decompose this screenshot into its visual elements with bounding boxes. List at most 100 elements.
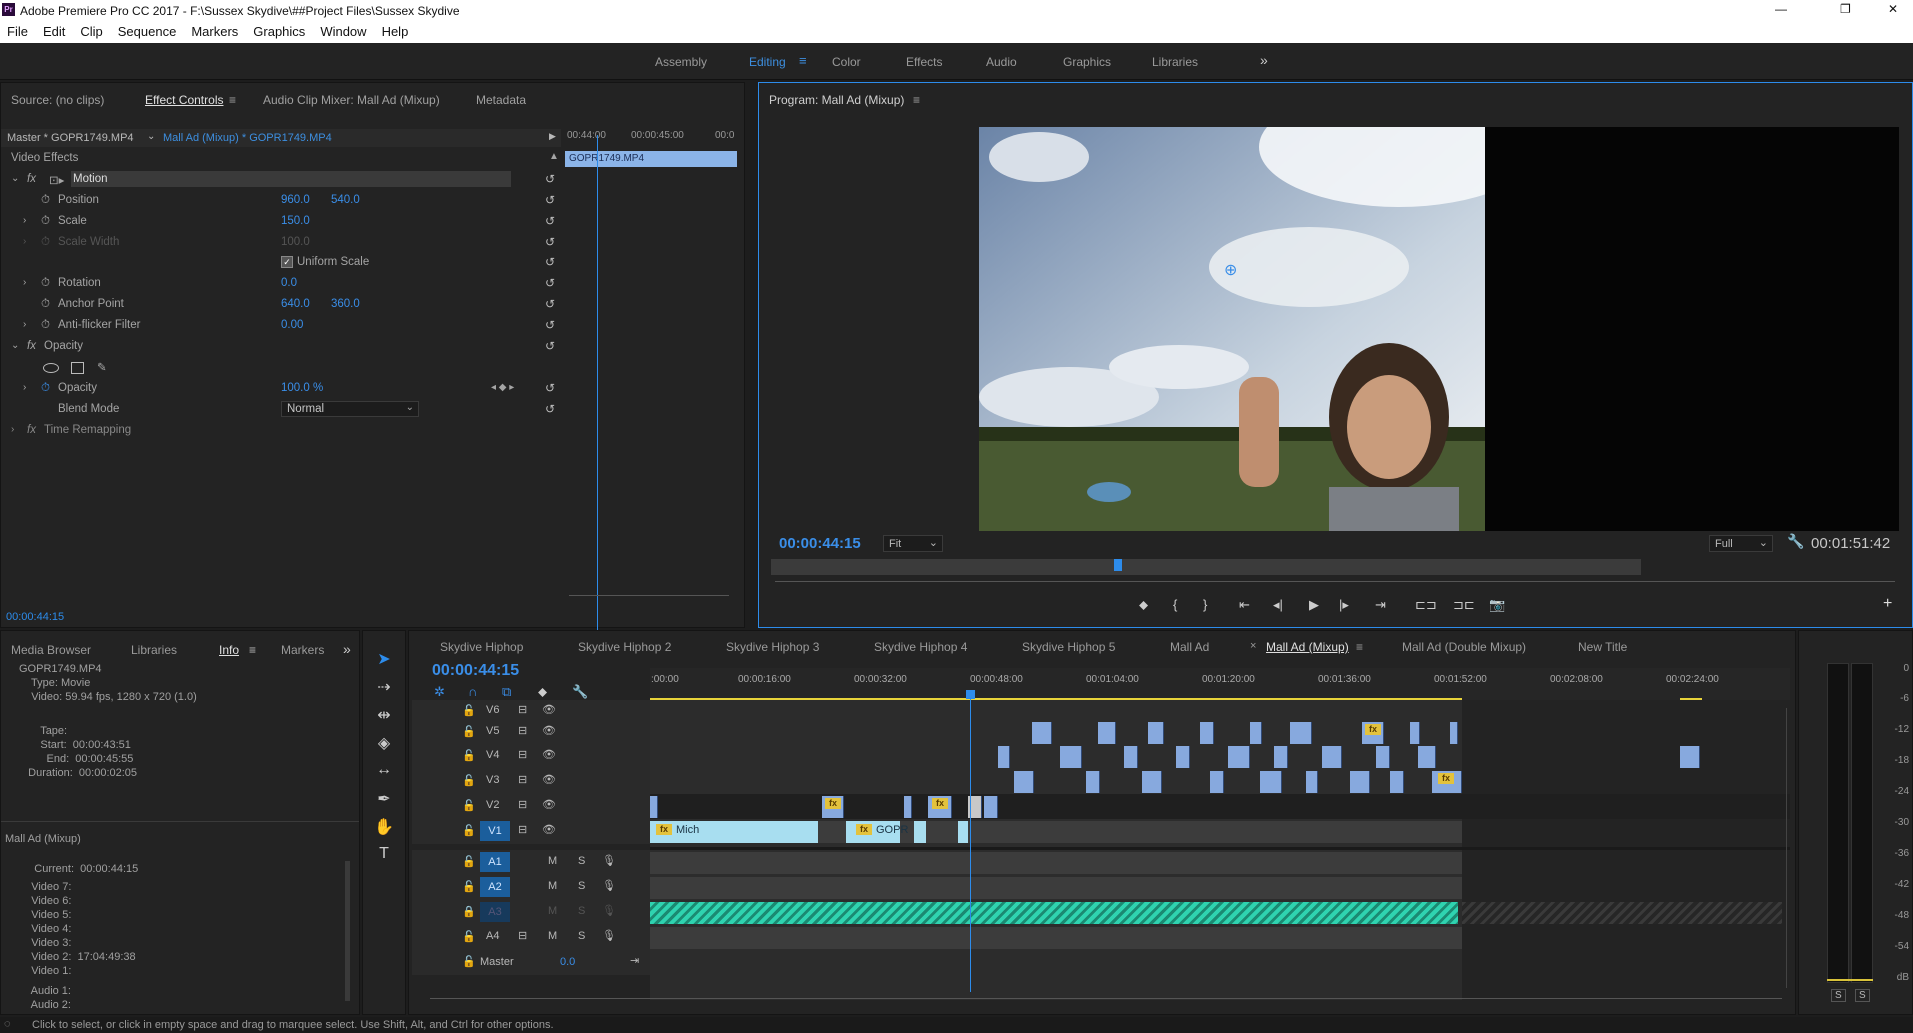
reset-icon[interactable]: ↺ — [545, 339, 555, 353]
tab-skydive-hiphop-4[interactable]: Skydive Hiphop 4 — [874, 640, 967, 654]
hamburger-icon[interactable]: ≡ — [229, 93, 236, 107]
sync-icon[interactable]: ⊟ — [518, 724, 527, 737]
lock-icon[interactable]: 🔓 — [462, 824, 476, 837]
solo-button[interactable]: S — [578, 930, 585, 942]
eye-icon[interactable]: 👁 — [542, 703, 556, 716]
tab-new-title[interactable]: New Title — [1578, 640, 1627, 654]
track-select-tool-icon[interactable]: ⇢ — [371, 677, 397, 699]
ec-timecode[interactable]: 00:00:44:15 — [6, 611, 64, 623]
reset-icon[interactable]: ↺ — [545, 214, 555, 228]
workspace-color[interactable]: Color — [832, 55, 861, 69]
lock-icon[interactable]: 🔓 — [462, 749, 476, 762]
reset-icon[interactable]: ↺ — [545, 381, 555, 395]
clip-v3[interactable] — [1390, 771, 1404, 793]
fx-icon[interactable]: fx — [27, 340, 36, 352]
tab-effect-controls[interactable]: Effect Controls — [145, 93, 223, 107]
program-monitor-title[interactable]: Program: Mall Ad (Mixup) — [769, 93, 904, 107]
keyframe-nav-icon[interactable]: ◂ ◆ ▸ — [491, 382, 514, 393]
clip-v3[interactable] — [1306, 771, 1318, 793]
lock-icon[interactable]: 🔓 — [462, 799, 476, 812]
clip-v4[interactable] — [1124, 746, 1138, 768]
opacity-value[interactable]: 100.0 % — [281, 382, 323, 394]
sync-icon[interactable]: ⊟ — [518, 773, 527, 786]
chevron-right-icon[interactable]: › — [23, 215, 26, 226]
chevron-down-icon[interactable]: ⌄ — [11, 340, 19, 351]
workspace-audio[interactable]: Audio — [986, 55, 1017, 69]
clip-v4[interactable] — [1376, 746, 1390, 768]
mark-in-icon[interactable]: { — [1173, 597, 1177, 612]
clip-v4[interactable] — [1228, 746, 1250, 768]
mute-button[interactable]: M — [548, 905, 557, 917]
eye-icon[interactable]: 👁 — [542, 724, 556, 737]
transform-icon[interactable]: ⊡▸ — [49, 173, 64, 187]
fx-icon[interactable]: fx — [27, 173, 36, 185]
clip-v4[interactable] — [998, 746, 1010, 768]
wrench-icon[interactable]: 🔧 — [1787, 533, 1804, 550]
stopwatch-icon[interactable]: ⏱ — [41, 319, 50, 332]
linked-selection-icon[interactable]: ⧉ — [502, 684, 511, 700]
clip-v3[interactable]: fx — [1432, 771, 1462, 793]
tab-mall-ad-double-mixup[interactable]: Mall Ad (Double Mixup) — [1402, 640, 1526, 654]
play-icon[interactable]: ▶ — [549, 131, 556, 142]
ellipse-mask-icon[interactable] — [43, 363, 59, 373]
anchor-y-value[interactable]: 360.0 — [331, 298, 360, 310]
clip-v2[interactable]: fx — [822, 796, 844, 818]
timeline-vertical-scrollbar[interactable] — [1786, 708, 1787, 988]
export-frame-icon[interactable]: 📷 — [1489, 597, 1505, 613]
reset-icon[interactable]: ↺ — [545, 193, 555, 207]
clip-v5[interactable] — [1290, 722, 1312, 744]
clip-v2[interactable] — [650, 796, 658, 818]
quality-select[interactable]: Full ⌄ — [1709, 535, 1773, 552]
clip-v5[interactable] — [1200, 722, 1214, 744]
reset-icon[interactable]: ↺ — [545, 172, 555, 186]
clip-v1[interactable] — [958, 821, 968, 843]
lock-icon[interactable]: 🔒 — [462, 905, 476, 918]
tab-audio-clip-mixer[interactable]: Audio Clip Mixer: Mall Ad (Mixup) — [263, 93, 440, 107]
close-button[interactable]: ✕ — [1888, 2, 1898, 16]
clip-v1[interactable]: fx GOPR — [846, 821, 908, 843]
anti-flicker-value[interactable]: 0.00 — [281, 319, 303, 331]
motion-effect-row[interactable]: ⌄ fx ⊡▸ Motion ↺ — [1, 169, 561, 189]
clip-v3[interactable] — [1350, 771, 1370, 793]
solo-left-button[interactable]: S — [1831, 989, 1846, 1002]
tab-media-browser[interactable]: Media Browser — [11, 643, 91, 657]
tab-metadata[interactable]: Metadata — [476, 93, 526, 107]
lock-icon[interactable]: 🔓 — [462, 704, 476, 717]
reset-icon[interactable]: ↺ — [545, 276, 555, 290]
sync-icon[interactable]: ⊟ — [518, 823, 527, 836]
clip-v4[interactable] — [1274, 746, 1288, 768]
tab-skydive-hiphop-5[interactable]: Skydive Hiphop 5 — [1022, 640, 1115, 654]
sync-icon[interactable]: ⊟ — [518, 798, 527, 811]
opacity-effect-row[interactable]: ⌄ fx Opacity ↺ — [1, 336, 561, 357]
stopwatch-icon[interactable]: ⏱ — [41, 382, 50, 395]
add-marker-icon[interactable]: ⬥ — [538, 684, 547, 700]
solo-right-button[interactable]: S — [1855, 989, 1870, 1002]
tab-source[interactable]: Source: (no clips) — [11, 93, 104, 107]
lock-icon[interactable]: 🔓 — [462, 880, 476, 893]
timeline-playhead[interactable] — [970, 696, 971, 992]
hamburger-icon[interactable]: ≡ — [1356, 640, 1363, 654]
clip-v5[interactable] — [1032, 722, 1052, 744]
selection-tool-icon[interactable]: ➤ — [371, 649, 397, 671]
tab-mall-ad-mixup[interactable]: Mall Ad (Mixup) — [1266, 640, 1349, 654]
hamburger-icon[interactable]: ≡ — [799, 53, 807, 68]
add-marker-icon[interactable]: ⬥ — [1139, 597, 1148, 613]
nest-icon[interactable]: ✲ — [434, 684, 445, 700]
solo-button[interactable]: S — [578, 880, 585, 892]
workspace-editing[interactable]: Editing — [749, 55, 786, 69]
chevron-right-icon[interactable]: › — [23, 319, 26, 330]
time-remapping-row[interactable]: › fx Time Remapping — [1, 420, 561, 441]
v1-target[interactable]: V1 — [480, 821, 510, 841]
stopwatch-icon[interactable]: ⏱ — [41, 298, 50, 311]
sequence-clip-label[interactable]: Mall Ad (Mixup) * GOPR1749.MP4 — [163, 132, 332, 144]
play-button[interactable]: ▶ — [1309, 597, 1319, 613]
eye-icon[interactable]: 👁 — [542, 823, 556, 836]
chevron-down-icon[interactable]: ⌄ — [147, 131, 155, 142]
go-to-in-icon[interactable]: ⇤ — [1239, 597, 1250, 613]
step-forward-icon[interactable]: |▸ — [1339, 597, 1349, 613]
tab-info[interactable]: Info — [219, 643, 239, 657]
clip-v1[interactable] — [914, 821, 926, 843]
lock-icon[interactable]: 🔓 — [462, 774, 476, 787]
snap-icon[interactable]: ∩ — [468, 684, 477, 699]
rotation-value[interactable]: 0.0 — [281, 277, 297, 289]
